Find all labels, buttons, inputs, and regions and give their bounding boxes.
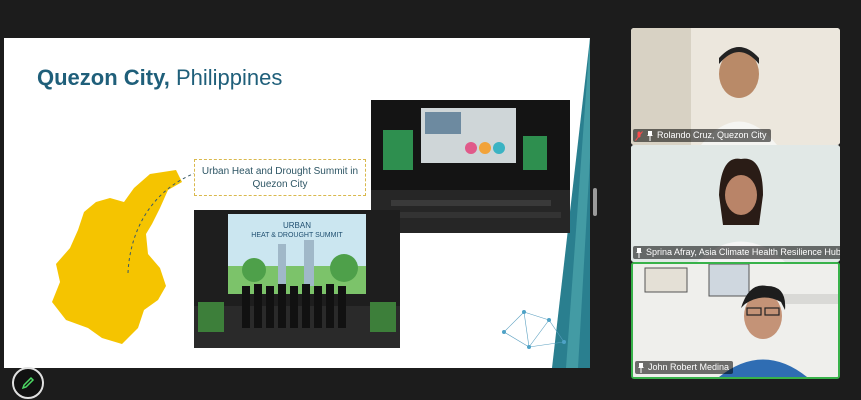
participant-tile-3-active-speaker[interactable]: John Robert Medina [631, 262, 840, 379]
slide-title: Quezon City, Philippines [37, 65, 282, 91]
shared-screen: Quezon City, Philippines Urban Heat and … [0, 0, 592, 400]
participant-tile-2[interactable]: Sprina Afray, Asia Climate Health Resili… [631, 145, 840, 262]
pencil-icon [21, 376, 35, 390]
participant-video-2 [631, 145, 840, 262]
slide-title-country: Philippines [169, 65, 283, 90]
group-photo-illustration: URBAN HEAT & DROUGHT SUMMIT [194, 210, 400, 348]
banner-text-2: HEAT & DROUGHT SUMMIT [251, 232, 343, 239]
network-graphic [502, 310, 566, 349]
pin-icon [636, 247, 642, 258]
participant-name: John Robert Medina [648, 362, 730, 372]
participant-nameplate-1: Rolando Cruz, Quezon City [633, 129, 771, 142]
annotate-button[interactable] [12, 367, 44, 399]
stage-photo-illustration [371, 100, 570, 233]
participant-name: Sprina Afray, Asia Climate Health Resili… [646, 247, 840, 257]
participant-video-1 [631, 28, 840, 145]
callout-line-2: Quezon City [252, 178, 308, 190]
participant-name: Rolando Cruz, Quezon City [657, 130, 767, 140]
presentation-slide: Quezon City, Philippines Urban Heat and … [4, 38, 590, 368]
participant-tile-1[interactable]: Rolando Cruz, Quezon City [631, 28, 840, 145]
pin-icon [638, 362, 644, 373]
slide-title-city: Quezon City, [37, 65, 170, 90]
banner-text-1: URBAN [283, 221, 311, 230]
summit-stage-photo [371, 100, 570, 233]
callout-line-1: Urban Heat and Drought Summit in [201, 165, 359, 177]
participant-nameplate-3: John Robert Medina [635, 361, 734, 374]
pin-icon [647, 130, 653, 141]
summit-callout: Urban Heat and Drought Summit in Quezon … [194, 159, 366, 196]
participant-nameplate-2: Sprina Afray, Asia Climate Health Resili… [633, 246, 840, 259]
map-connector-line [127, 169, 201, 274]
summit-group-photo: URBAN HEAT & DROUGHT SUMMIT [194, 210, 400, 348]
resize-handle[interactable] [593, 188, 597, 216]
mic-muted-icon [635, 130, 643, 141]
